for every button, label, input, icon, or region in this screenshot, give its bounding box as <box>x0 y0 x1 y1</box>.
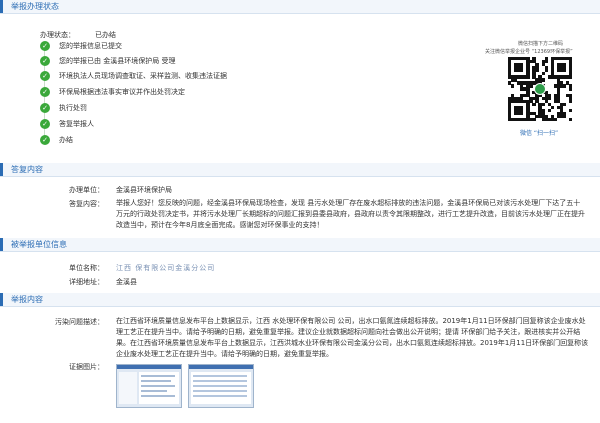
qr-code <box>508 57 573 122</box>
check-icon: ✓ <box>40 103 50 113</box>
report-content-section: 举报内容 <box>0 293 600 307</box>
evidence-image[interactable] <box>188 364 254 408</box>
evidence-label: 证据图片： <box>69 363 104 371</box>
reply-section-title: 答复内容 <box>0 163 600 176</box>
reply-content-label: 答复内容： <box>69 200 104 208</box>
status-value: 已办结 <box>95 31 116 39</box>
status-label: 办理状态： <box>40 31 75 39</box>
qr-logo-icon <box>534 83 546 95</box>
problem-desc-text: 在江西省环境质量信息发布平台上数据显示，江西 水处理环保有限公司 公司，出水口氨… <box>116 317 589 358</box>
check-icon: ✓ <box>40 119 50 129</box>
unit-value: 金溪县环境保护局 <box>116 186 172 194</box>
check-icon: ✓ <box>40 71 50 81</box>
check-icon: ✓ <box>40 87 50 97</box>
reported-unit-section-title: 被举报单位信息 <box>0 238 600 251</box>
check-icon: ✓ <box>40 41 50 51</box>
status-section-title: 举报办理状态 <box>0 0 600 13</box>
unit-name-value: 江西 保有限公司金溪分公司 <box>116 264 216 272</box>
status-section: 举报办理状态 <box>0 0 600 14</box>
address-value: 金溪县 <box>116 278 137 286</box>
qr-bottom-text: 微信 “扫一扫” <box>520 130 559 137</box>
check-icon: ✓ <box>40 56 50 66</box>
unit-label: 办理单位： <box>69 186 104 194</box>
check-icon: ✓ <box>40 135 50 145</box>
report-content-section-title: 举报内容 <box>0 293 600 306</box>
problem-desc-label: 污染问题描述： <box>55 318 104 326</box>
reported-unit-section: 被举报单位信息 <box>0 238 600 252</box>
screenshot-thumbnail-icon <box>117 365 181 404</box>
unit-name-label: 单位名称： <box>69 264 104 272</box>
qr-caption-line1: 微信扫描下方二维码 <box>518 41 564 47</box>
screenshot-thumbnail-icon <box>189 365 253 404</box>
address-label: 详细地址： <box>69 278 104 286</box>
reply-content-text: 举报人您好！您反映的问题，经金溪县环保局现场检查，发现 县污水处理厂存在废水超标… <box>116 199 585 229</box>
evidence-image[interactable] <box>116 364 182 408</box>
qr-caption-line2: 关注微信举报企业号 “12369环保举报” <box>485 49 573 55</box>
reply-section: 答复内容 <box>0 163 600 177</box>
